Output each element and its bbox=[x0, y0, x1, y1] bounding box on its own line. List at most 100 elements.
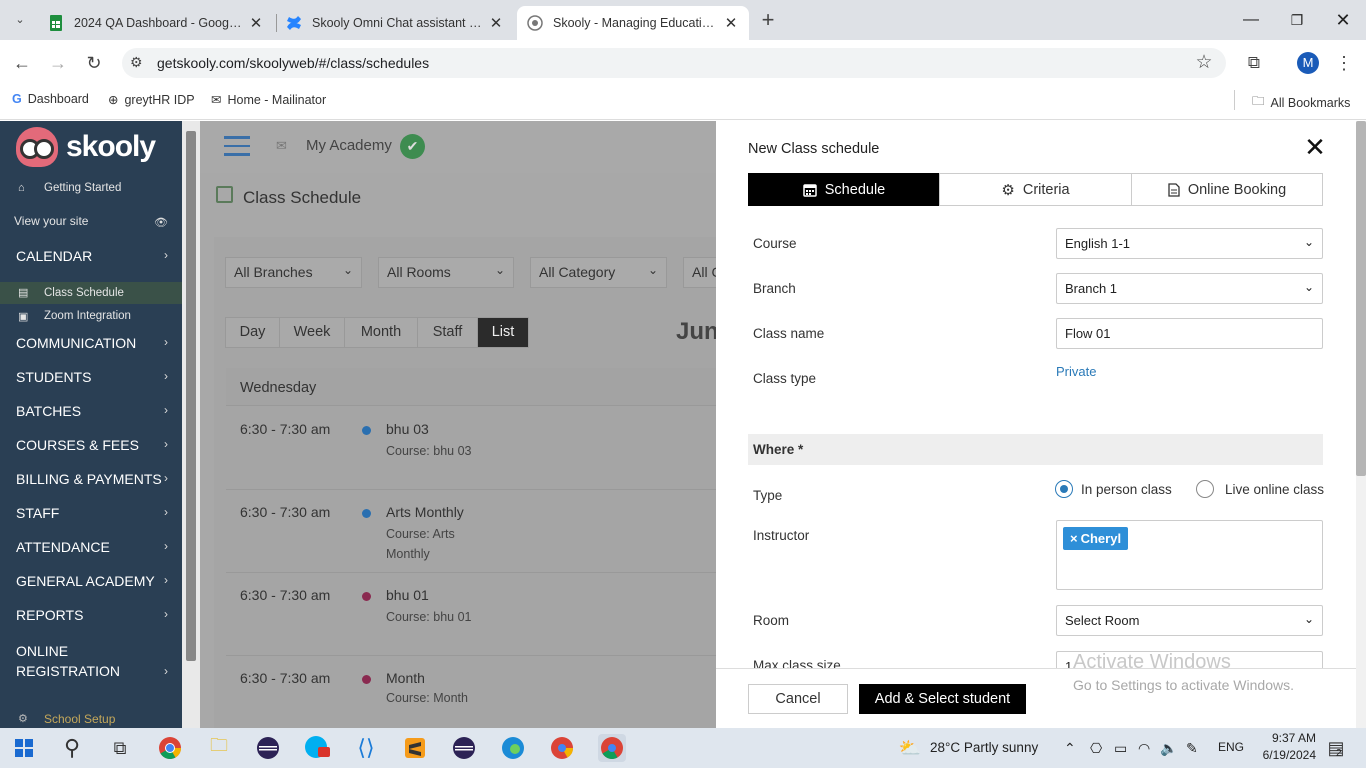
list-item[interactable]: 6:30 - 7:30 am Month Course: Month bbox=[226, 656, 736, 728]
tab-online-booking[interactable]: Online Booking bbox=[1131, 173, 1323, 206]
academy-name[interactable]: My Academy bbox=[306, 137, 392, 154]
filter-rooms[interactable]: All Rooms ⌄ bbox=[378, 257, 514, 288]
profile-avatar[interactable]: M bbox=[1297, 52, 1319, 74]
view-week-button[interactable]: Week bbox=[279, 317, 345, 348]
scrollbar-thumb[interactable] bbox=[186, 131, 196, 661]
sidebar-item-reports[interactable]: REPORTS › bbox=[0, 607, 182, 623]
url-text[interactable]: getskooly.com/skoolyweb/#/class/schedule… bbox=[157, 55, 429, 71]
tab-schedule[interactable]: Schedule bbox=[748, 173, 940, 206]
task-view-icon[interactable]: ⧉ bbox=[106, 734, 134, 762]
sidebar-item-class-schedule[interactable]: ▤ Class Schedule bbox=[0, 282, 182, 304]
minimize-icon[interactable]: — bbox=[1237, 8, 1265, 32]
tab-skooly-managing[interactable]: Skooly - Managing Educational ✕ bbox=[517, 6, 749, 40]
browser-menu-icon[interactable]: ⋮ bbox=[1332, 51, 1356, 75]
view-staff-button[interactable]: Staff bbox=[417, 317, 478, 348]
chrome-profile-icon[interactable] bbox=[548, 734, 576, 762]
sidebar-item-communication[interactable]: COMMUNICATION › bbox=[0, 335, 182, 351]
weather-text[interactable]: 28°C Partly sunny bbox=[930, 740, 1038, 755]
scrollbar-thumb[interactable] bbox=[1356, 121, 1366, 476]
sidebar-item-general-academy[interactable]: GENERAL ACADEMY › bbox=[0, 573, 182, 589]
battery-icon[interactable]: ▭ bbox=[1114, 740, 1127, 757]
branch-select[interactable]: Branch 1 ⌄ bbox=[1056, 273, 1323, 304]
sidebar-item-students[interactable]: STUDENTS › bbox=[0, 369, 182, 385]
sidebar-item-getting-started[interactable]: ⌂ Getting Started bbox=[0, 182, 182, 194]
video-icon: ▣ bbox=[18, 311, 29, 323]
sidebar-item-billing-payments[interactable]: BILLING & PAYMENTS › bbox=[0, 471, 182, 487]
room-select[interactable]: Select Room ⌄ bbox=[1056, 605, 1323, 636]
clock-date[interactable]: 6/19/2024 bbox=[1254, 748, 1316, 762]
new-tab-button[interactable]: + bbox=[756, 8, 780, 32]
clock-time[interactable]: 9:37 AM bbox=[1262, 731, 1316, 745]
window-close-icon[interactable]: ✕ bbox=[1329, 8, 1357, 32]
edge-icon[interactable] bbox=[499, 734, 527, 762]
skype-icon[interactable] bbox=[303, 734, 331, 762]
sidebar-scrollbar[interactable] bbox=[182, 121, 200, 728]
bookmark-dashboard[interactable]: G Dashboard bbox=[12, 92, 89, 106]
tray-app-icon[interactable]: ⎔ bbox=[1090, 740, 1102, 757]
sidebar-item-online-registration[interactable]: ONLINE REGISTRATION › bbox=[0, 641, 168, 681]
list-item[interactable]: 6:30 - 7:30 am bhu 03 Course: bhu 03 bbox=[226, 407, 736, 490]
list-item[interactable]: 6:30 - 7:30 am Arts Monthly Course: Arts… bbox=[226, 490, 736, 573]
class-name-input[interactable]: Flow 01 bbox=[1056, 318, 1323, 349]
view-month-button[interactable]: Month bbox=[344, 317, 418, 348]
skooly-logo[interactable]: skooly bbox=[16, 127, 156, 167]
sublime-icon[interactable] bbox=[401, 734, 429, 762]
remove-chip-icon[interactable]: × bbox=[1070, 531, 1078, 546]
filter-category[interactable]: All Category ⌄ bbox=[530, 257, 667, 288]
vscode-icon[interactable]: ⟨⟩ bbox=[352, 734, 380, 762]
filter-branches[interactable]: All Branches ⌄ bbox=[225, 257, 362, 288]
all-bookmarks[interactable]: 🗀 All Bookmarks bbox=[1252, 92, 1350, 113]
modal-scrollbar[interactable] bbox=[1356, 121, 1366, 728]
class-type-link[interactable]: Private bbox=[1056, 364, 1096, 379]
windows-start-icon[interactable] bbox=[10, 734, 38, 762]
bookmark-mailinator[interactable]: ✉ Home - Mailinator bbox=[211, 92, 326, 108]
sidebar-item-batches[interactable]: BATCHES › bbox=[0, 403, 182, 419]
sidebar-item-attendance[interactable]: ATTENDANCE › bbox=[0, 539, 182, 555]
restore-icon[interactable]: ❐ bbox=[1283, 8, 1311, 32]
close-tab-icon[interactable]: ✕ bbox=[723, 14, 739, 32]
live-online-label[interactable]: Live online class bbox=[1225, 482, 1324, 497]
in-person-label[interactable]: In person class bbox=[1081, 482, 1172, 497]
tab-sheets[interactable]: 2024 QA Dashboard - Google Sheets ✕ bbox=[38, 6, 274, 40]
sidebar-item-staff[interactable]: STAFF › bbox=[0, 505, 182, 521]
chrome-active-icon[interactable] bbox=[598, 734, 626, 762]
wifi-icon[interactable]: ◠ bbox=[1138, 740, 1150, 757]
add-select-student-button[interactable]: Add & Select student bbox=[859, 684, 1026, 714]
back-icon[interactable]: ← bbox=[10, 51, 34, 75]
extensions-icon[interactable]: ⧉ bbox=[1242, 51, 1266, 75]
tab-list-chevron-icon[interactable]: ⌄ bbox=[8, 8, 32, 32]
instructor-multiselect[interactable]: × Cheryl bbox=[1056, 520, 1323, 590]
site-info-icon[interactable]: ⚙ bbox=[130, 54, 143, 71]
pen-icon[interactable]: ✎ bbox=[1186, 740, 1198, 757]
live-online-radio[interactable] bbox=[1196, 480, 1214, 498]
file-explorer-icon[interactable]: 🗀 bbox=[205, 734, 233, 762]
bookmark-star-icon[interactable]: ☆ bbox=[1192, 51, 1216, 75]
search-icon[interactable]: ⚲ bbox=[58, 734, 86, 762]
sidebar-item-calendar[interactable]: CALENDAR › bbox=[0, 248, 182, 264]
reload-icon[interactable]: ↻ bbox=[82, 51, 106, 75]
view-list-button[interactable]: List bbox=[477, 317, 529, 348]
cancel-button[interactable]: Cancel bbox=[748, 684, 848, 714]
close-tab-icon[interactable]: ✕ bbox=[248, 14, 264, 32]
sidebar-item-zoom-integration[interactable]: ▣ Zoom Integration bbox=[0, 310, 182, 323]
hamburger-menu-icon[interactable] bbox=[224, 136, 250, 156]
bookmark-greythr[interactable]: ⊕ greytHR IDP bbox=[108, 92, 195, 108]
eclipse-icon-2[interactable] bbox=[450, 734, 478, 762]
eclipse-icon[interactable] bbox=[254, 734, 282, 762]
tray-chevron-icon[interactable]: ⌃ bbox=[1064, 740, 1076, 757]
chrome-icon[interactable] bbox=[156, 734, 184, 762]
language-indicator[interactable]: ENG bbox=[1218, 740, 1244, 754]
volume-icon[interactable]: 🔈 bbox=[1160, 740, 1177, 757]
in-person-radio[interactable] bbox=[1055, 480, 1073, 498]
list-item[interactable]: 6:30 - 7:30 am bhu 01 Course: bhu 01 bbox=[226, 573, 736, 656]
tab-criteria[interactable]: ⚙ Criteria bbox=[939, 173, 1132, 206]
tab-skooly-omni[interactable]: Skooly Omni Chat assistant Feature ✕ bbox=[276, 6, 514, 40]
close-icon[interactable]: ✕ bbox=[1304, 134, 1326, 160]
course-select[interactable]: English 1-1 ⌄ bbox=[1056, 228, 1323, 259]
close-tab-icon[interactable]: ✕ bbox=[488, 14, 504, 32]
forward-icon[interactable]: → bbox=[46, 51, 70, 75]
view-day-button[interactable]: Day bbox=[225, 317, 280, 348]
sidebar-item-school-setup[interactable]: ⚙ School Setup bbox=[0, 712, 182, 726]
sidebar-item-courses-fees[interactable]: COURSES & FEES › bbox=[0, 437, 182, 453]
sidebar-item-view-site[interactable]: View your site 👁 bbox=[0, 214, 182, 229]
